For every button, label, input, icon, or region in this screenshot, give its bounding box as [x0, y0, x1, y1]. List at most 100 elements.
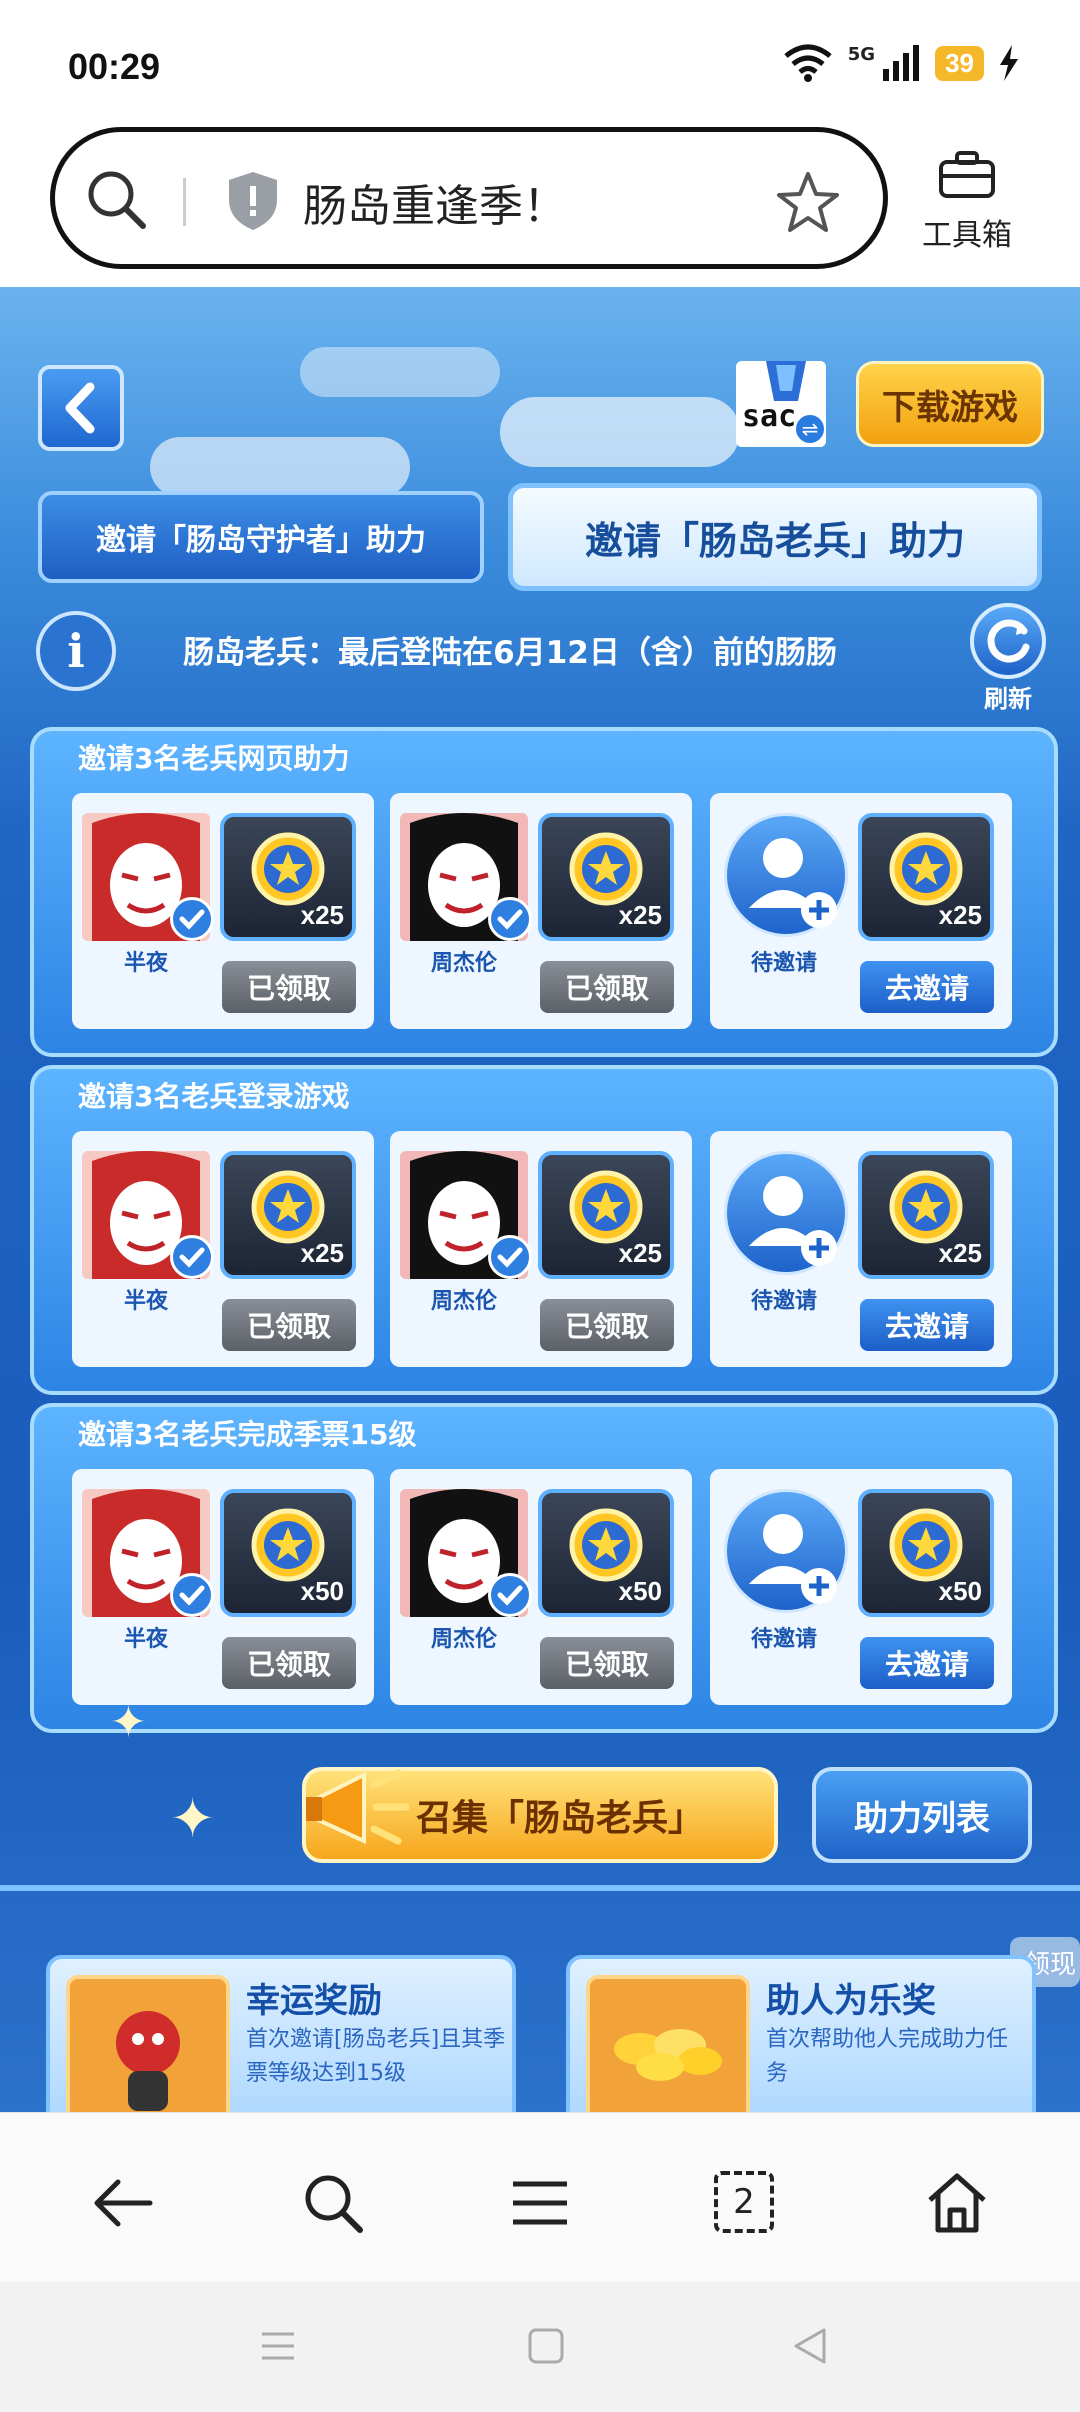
- reward-item: x25: [220, 813, 356, 941]
- reward-item: x25: [858, 813, 994, 941]
- add-friend-icon[interactable]: [724, 1151, 848, 1275]
- invite-button[interactable]: 去邀请: [860, 1299, 994, 1351]
- user-avatar[interactable]: sac ⇌: [736, 361, 826, 447]
- page-title: 肠岛重逢季！: [303, 181, 567, 232]
- home-icon[interactable]: [922, 2168, 992, 2238]
- tabs-button[interactable]: 2: [714, 2171, 774, 2233]
- tab-veteran[interactable]: 邀请「肠岛老兵」助力: [508, 483, 1042, 591]
- toolbox-icon: [939, 151, 995, 198]
- back-nav-icon[interactable]: [790, 2326, 830, 2366]
- friend-name: 周杰伦: [430, 1627, 497, 1652]
- lucky-reward-desc: 首次邀请[肠岛老兵]且其季票等级达到15级: [246, 2027, 506, 2086]
- invite-slot: x25 待邀请 去邀请: [710, 1131, 1012, 1367]
- friend-name: 周杰伦: [430, 951, 497, 976]
- reward-count: x50: [618, 1576, 662, 1606]
- reward-item: x25: [220, 1151, 356, 1279]
- refresh-icon: [987, 619, 1030, 663]
- status-icons: 5G 39: [782, 44, 1020, 82]
- search-icon[interactable]: [298, 2168, 368, 2238]
- reward-item: x50: [858, 1489, 994, 1617]
- star-icon[interactable]: [775, 170, 841, 236]
- claimed-button[interactable]: 已领取: [222, 961, 356, 1013]
- claimed-button[interactable]: 已领取: [540, 1637, 674, 1689]
- reward-item: x50: [538, 1489, 674, 1617]
- task-section: 邀请3名老兵登录游戏 x25 半夜 已领取 x25 周杰伦 已领取 x25 待邀请 去邀请: [30, 1065, 1058, 1395]
- reward-image: [586, 1975, 750, 2115]
- invite-slot: x25 待邀请 去邀请: [710, 793, 1012, 1029]
- check-icon: [170, 1235, 214, 1279]
- menu-icon[interactable]: [505, 2168, 575, 2238]
- invite-button[interactable]: 去邀请: [860, 1637, 994, 1689]
- claimed-button[interactable]: 已领取: [540, 961, 674, 1013]
- reward-count: x50: [938, 1576, 982, 1606]
- invite-slot: x25 半夜 已领取: [72, 1131, 374, 1367]
- reward-count: x25: [300, 900, 344, 930]
- recents-icon[interactable]: [258, 2326, 298, 2366]
- search-icon[interactable]: [85, 168, 149, 232]
- refresh-label: 刷新: [984, 685, 1032, 713]
- address-bar[interactable]: 肠岛重逢季！: [50, 127, 888, 269]
- back-arrow-icon[interactable]: [88, 2168, 158, 2238]
- reward-count: x25: [618, 900, 662, 930]
- toolbox-label: 工具箱: [922, 218, 1012, 253]
- sparkle-icon: ✦: [170, 1787, 216, 1850]
- switch-account-icon[interactable]: ⇌: [794, 413, 826, 445]
- browser-toolbar: 2: [0, 2112, 1080, 2282]
- back-button[interactable]: [38, 365, 124, 451]
- friend-name: 半夜: [123, 951, 168, 976]
- reward-image: [66, 1975, 230, 2115]
- claimed-button[interactable]: 已领取: [540, 1299, 674, 1351]
- wifi-icon: [784, 44, 832, 82]
- check-icon: [488, 1235, 532, 1279]
- shield-icon[interactable]: [225, 170, 281, 232]
- network-type: 5G: [847, 44, 876, 65]
- chevron-left-icon: [65, 382, 95, 434]
- refresh-button[interactable]: [970, 603, 1046, 679]
- friend-name: 待邀请: [750, 1289, 817, 1314]
- download-game-button[interactable]: 下载游戏: [856, 361, 1044, 447]
- invite-button[interactable]: 去邀请: [860, 961, 994, 1013]
- check-icon: [488, 897, 532, 941]
- help-list-button[interactable]: 助力列表: [812, 1767, 1032, 1863]
- status-bar: 00:29 5G 39: [0, 0, 1080, 120]
- friend-name: 周杰伦: [430, 1289, 497, 1314]
- reward-count: x25: [300, 1238, 344, 1268]
- section-title: 邀请3名老兵网页助力: [78, 742, 350, 775]
- reward-item: x25: [538, 1151, 674, 1279]
- toolbox-button[interactable]: 工具箱: [912, 150, 1022, 254]
- add-friend-icon[interactable]: [724, 813, 848, 937]
- check-icon: [488, 1573, 532, 1617]
- reward-count: x50: [300, 1576, 344, 1606]
- sparkle-icon: ✦: [110, 1697, 147, 1748]
- lucky-reward-card[interactable]: 幸运奖励 首次邀请[肠岛老兵]且其季票等级达到15级: [46, 1955, 516, 2115]
- battery-level: 39: [935, 45, 984, 81]
- reward-count: x25: [938, 1238, 982, 1268]
- helper-reward-desc: 首次帮助他人完成助力任务: [766, 2027, 1009, 2086]
- home-nav-icon[interactable]: [526, 2326, 566, 2366]
- cloud-decoration: [150, 437, 410, 497]
- claimed-button[interactable]: 已领取: [222, 1299, 356, 1351]
- invite-slot: x25 周杰伦 已领取: [390, 793, 692, 1029]
- cloud-decoration: [500, 397, 740, 467]
- check-icon: [170, 1573, 214, 1617]
- add-friend-icon[interactable]: [724, 1489, 848, 1613]
- game-page: sac ⇌ 下载游戏 邀请「肠岛守护者」助力 邀请「肠岛老兵」助力 i 肠岛老兵…: [0, 287, 1080, 2115]
- friend-name: 待邀请: [750, 1627, 817, 1652]
- task-section: 邀请3名老兵完成季票15级 x50 半夜 已领取 x50 周杰伦 已领取 x50 待邀请 去邀请: [30, 1403, 1058, 1733]
- friend-name: 半夜: [123, 1627, 168, 1652]
- reward-item: x50: [220, 1489, 356, 1617]
- charging-icon: [1000, 45, 1018, 81]
- claimed-button[interactable]: 已领取: [222, 1637, 356, 1689]
- friend-name: 待邀请: [750, 951, 817, 976]
- friend-name: 半夜: [123, 1289, 168, 1314]
- divider: [0, 1885, 1080, 1891]
- veteran-notice: 肠岛老兵：最后登陆在6月12日（含）前的肠肠: [183, 635, 837, 671]
- reward-item: x25: [538, 813, 674, 941]
- helper-reward-title: 助人为乐奖: [766, 1981, 936, 2021]
- info-icon[interactable]: i: [36, 611, 116, 691]
- tab-guardian[interactable]: 邀请「肠岛守护者」助力: [38, 491, 484, 583]
- system-nav-bar: [0, 2282, 1080, 2412]
- helper-reward-card[interactable]: 助人为乐奖 首次帮助他人完成助力任务: [566, 1955, 1036, 2115]
- clock: 00:29: [68, 46, 161, 87]
- invite-slot: x25 半夜 已领取: [72, 793, 374, 1029]
